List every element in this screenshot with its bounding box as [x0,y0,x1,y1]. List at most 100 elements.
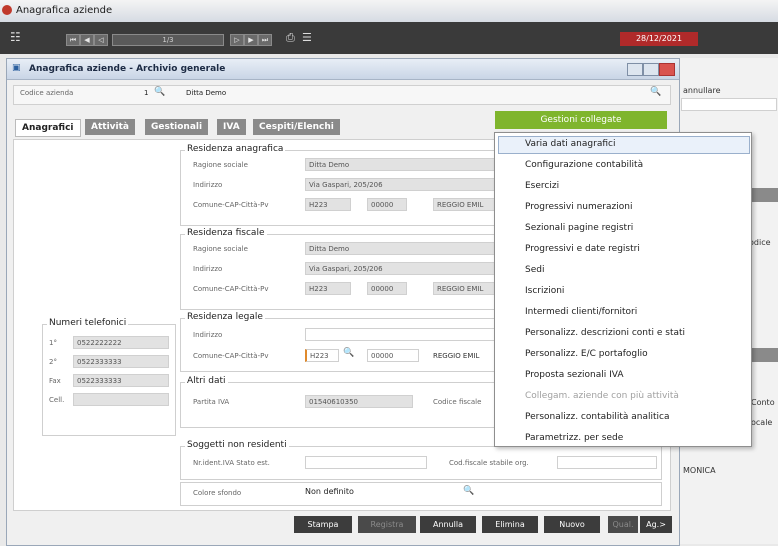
field-label: Indirizzo [193,331,223,339]
menu-item[interactable]: Sezionali pagine registri [525,223,633,233]
menu-item[interactable]: Configurazione contabilità [525,160,643,170]
cell-label: Cell. [49,396,65,404]
comune-field[interactable]: H223 [305,282,351,295]
annulla-button[interactable]: Annulla [420,516,476,533]
date-display[interactable]: 28/12/2021 [620,32,698,46]
group-title: Altri dati [185,376,228,386]
elimina-button[interactable]: Elimina [482,516,538,533]
cod-fisc-field[interactable] [557,456,657,469]
indirizzo-field[interactable] [305,328,510,341]
soggetti-non-residenti-group: Soggetti non residenti Nr.ident.IVA Stat… [180,440,662,480]
group-title: Residenza anagrafica [185,144,286,154]
field-label: Indirizzo [193,181,223,189]
app-logo-icon [2,5,12,15]
window-title: Anagrafica aziende - Archivio generale [29,64,226,74]
linked-management-menu: Varia dati anagrafici Configurazione con… [494,132,752,447]
window-icon: ▣ [12,63,21,73]
ragione-sociale-field[interactable]: Ditta Demo [305,242,510,255]
cap-field[interactable]: 00000 [367,282,407,295]
company-code-label: Codice azienda [20,89,74,97]
minimize-button[interactable] [627,63,643,76]
annullare-label: annullare [683,86,721,95]
list-icon[interactable]: ☰ [302,31,312,44]
menu-grid-icon[interactable]: ☷ [10,30,21,44]
phone-label: 1° [49,339,57,347]
tab-anagrafici[interactable]: Anagrafici [15,119,81,137]
window-title-bar: ▣ Anagrafica aziende - Archivio generale [7,59,679,80]
phone-label: 2° [49,358,57,366]
field-label: Ragione sociale [193,161,248,169]
page-indicator: 1/3 [112,34,224,46]
prev-record-button[interactable]: ◀ [80,34,94,46]
cell-field[interactable] [73,393,169,406]
next-record-button[interactable]: ▶ [244,34,258,46]
phone-field[interactable]: 0522333333 [73,355,169,368]
prev-page-button[interactable]: ◁ [94,34,108,46]
field-label: Colore sfondo [193,489,242,497]
cap-field[interactable]: 00000 [367,198,407,211]
menu-item[interactable]: Progressivi numerazioni [525,202,632,212]
company-name-value: Ditta Demo [186,89,227,97]
search-icon[interactable]: 🔍 [463,486,474,496]
tab-cespiti[interactable]: Cespiti/Elenchi [253,119,340,135]
fax-field[interactable]: 0522333333 [73,374,169,387]
stampa-button[interactable]: Stampa [294,516,352,533]
menu-item[interactable]: Varia dati anagrafici [525,139,615,149]
group-title: Residenza fiscale [185,228,267,238]
field-label: Indirizzo [193,265,223,273]
field-label: Nr.ident.IVA Stato est. [193,459,270,467]
residenza-fiscale-group: Residenza fiscale Ragione sociale Ditta … [180,228,512,310]
group-title: Numeri telefonici [47,318,129,328]
phone-field[interactable]: 0522222222 [73,336,169,349]
company-code-value[interactable]: 1 [144,89,148,97]
partita-iva-field[interactable]: 01540610350 [305,395,413,408]
field-label: Codice fiscale [433,398,482,406]
first-record-button[interactable]: ⏮ [66,34,80,46]
linked-management-button[interactable]: Gestioni collegate [495,111,667,129]
field-label: Ragione sociale [193,245,248,253]
search-icon[interactable]: 🔍 [343,348,354,358]
search-icon[interactable]: 🔍 [154,87,165,97]
registra-button[interactable]: Registra [358,516,416,533]
comune-field[interactable]: H223 [305,349,339,362]
cap-field[interactable]: 00000 [367,349,419,362]
search-icon[interactable]: 🔍 [650,87,661,97]
close-button[interactable] [659,63,675,76]
tab-attivita[interactable]: Attività [85,119,135,135]
maximize-button[interactable] [643,63,659,76]
codice-label: odice [749,238,771,247]
print-icon[interactable]: ⎙ [286,31,295,45]
id-iva-field[interactable] [305,456,427,469]
menu-item[interactable]: Parametrizz. per sede [525,433,623,443]
nuovo-button[interactable]: Nuovo [544,516,600,533]
ag-button[interactable]: Ag.> [640,516,672,533]
bg-field [681,98,777,111]
field-label: Comune-CAP-Città-Pv [193,201,269,209]
conto-label: Conto [751,398,775,407]
menu-item[interactable]: Sedi [525,265,544,275]
next-page-button[interactable]: ▷ [230,34,244,46]
indirizzo-field[interactable]: Via Gaspari, 205/206 [305,262,510,275]
menu-item[interactable]: Intermedi clienti/fornitori [525,307,637,317]
menu-item[interactable]: Iscrizioni [525,286,564,296]
menu-item[interactable]: Personalizz. descrizioni conti e stati [525,328,685,338]
tab-iva[interactable]: IVA [217,119,246,135]
last-record-button[interactable]: ⏭ [258,34,272,46]
residenza-anagrafica-group: Residenza anagrafica Ragione sociale Dit… [180,144,512,226]
menu-item[interactable]: Progressivi e date registri [525,244,640,254]
menu-item[interactable]: Personalizz. contabilità analitica [525,412,669,422]
tab-gestionali[interactable]: Gestionali [145,119,209,135]
app-title-bar: Anagrafica aziende [0,0,778,23]
indirizzo-field[interactable]: Via Gaspari, 205/206 [305,178,510,191]
ragione-sociale-field[interactable]: Ditta Demo [305,158,510,171]
menu-item[interactable]: Esercizi [525,181,559,191]
menu-item[interactable]: Proposta sezionali IVA [525,370,624,380]
toolbar: ☷ ⏮ ◀ ◁ 1/3 ▷ ▶ ⏭ ⎙ ☰ 28/12/2021 [0,22,778,54]
company-row: Codice azienda 1 🔍 Ditta Demo 🔍 [13,85,671,105]
menu-item[interactable]: Personalizz. E/C portafoglio [525,349,648,359]
numeri-telefonici-group: Numeri telefonici 1° 0522222222 2° 05223… [42,318,176,436]
comune-field[interactable]: H223 [305,198,351,211]
fax-label: Fax [49,377,61,385]
colore-value[interactable]: Non definito [305,487,354,496]
qual-button[interactable]: Qual. [608,516,638,533]
